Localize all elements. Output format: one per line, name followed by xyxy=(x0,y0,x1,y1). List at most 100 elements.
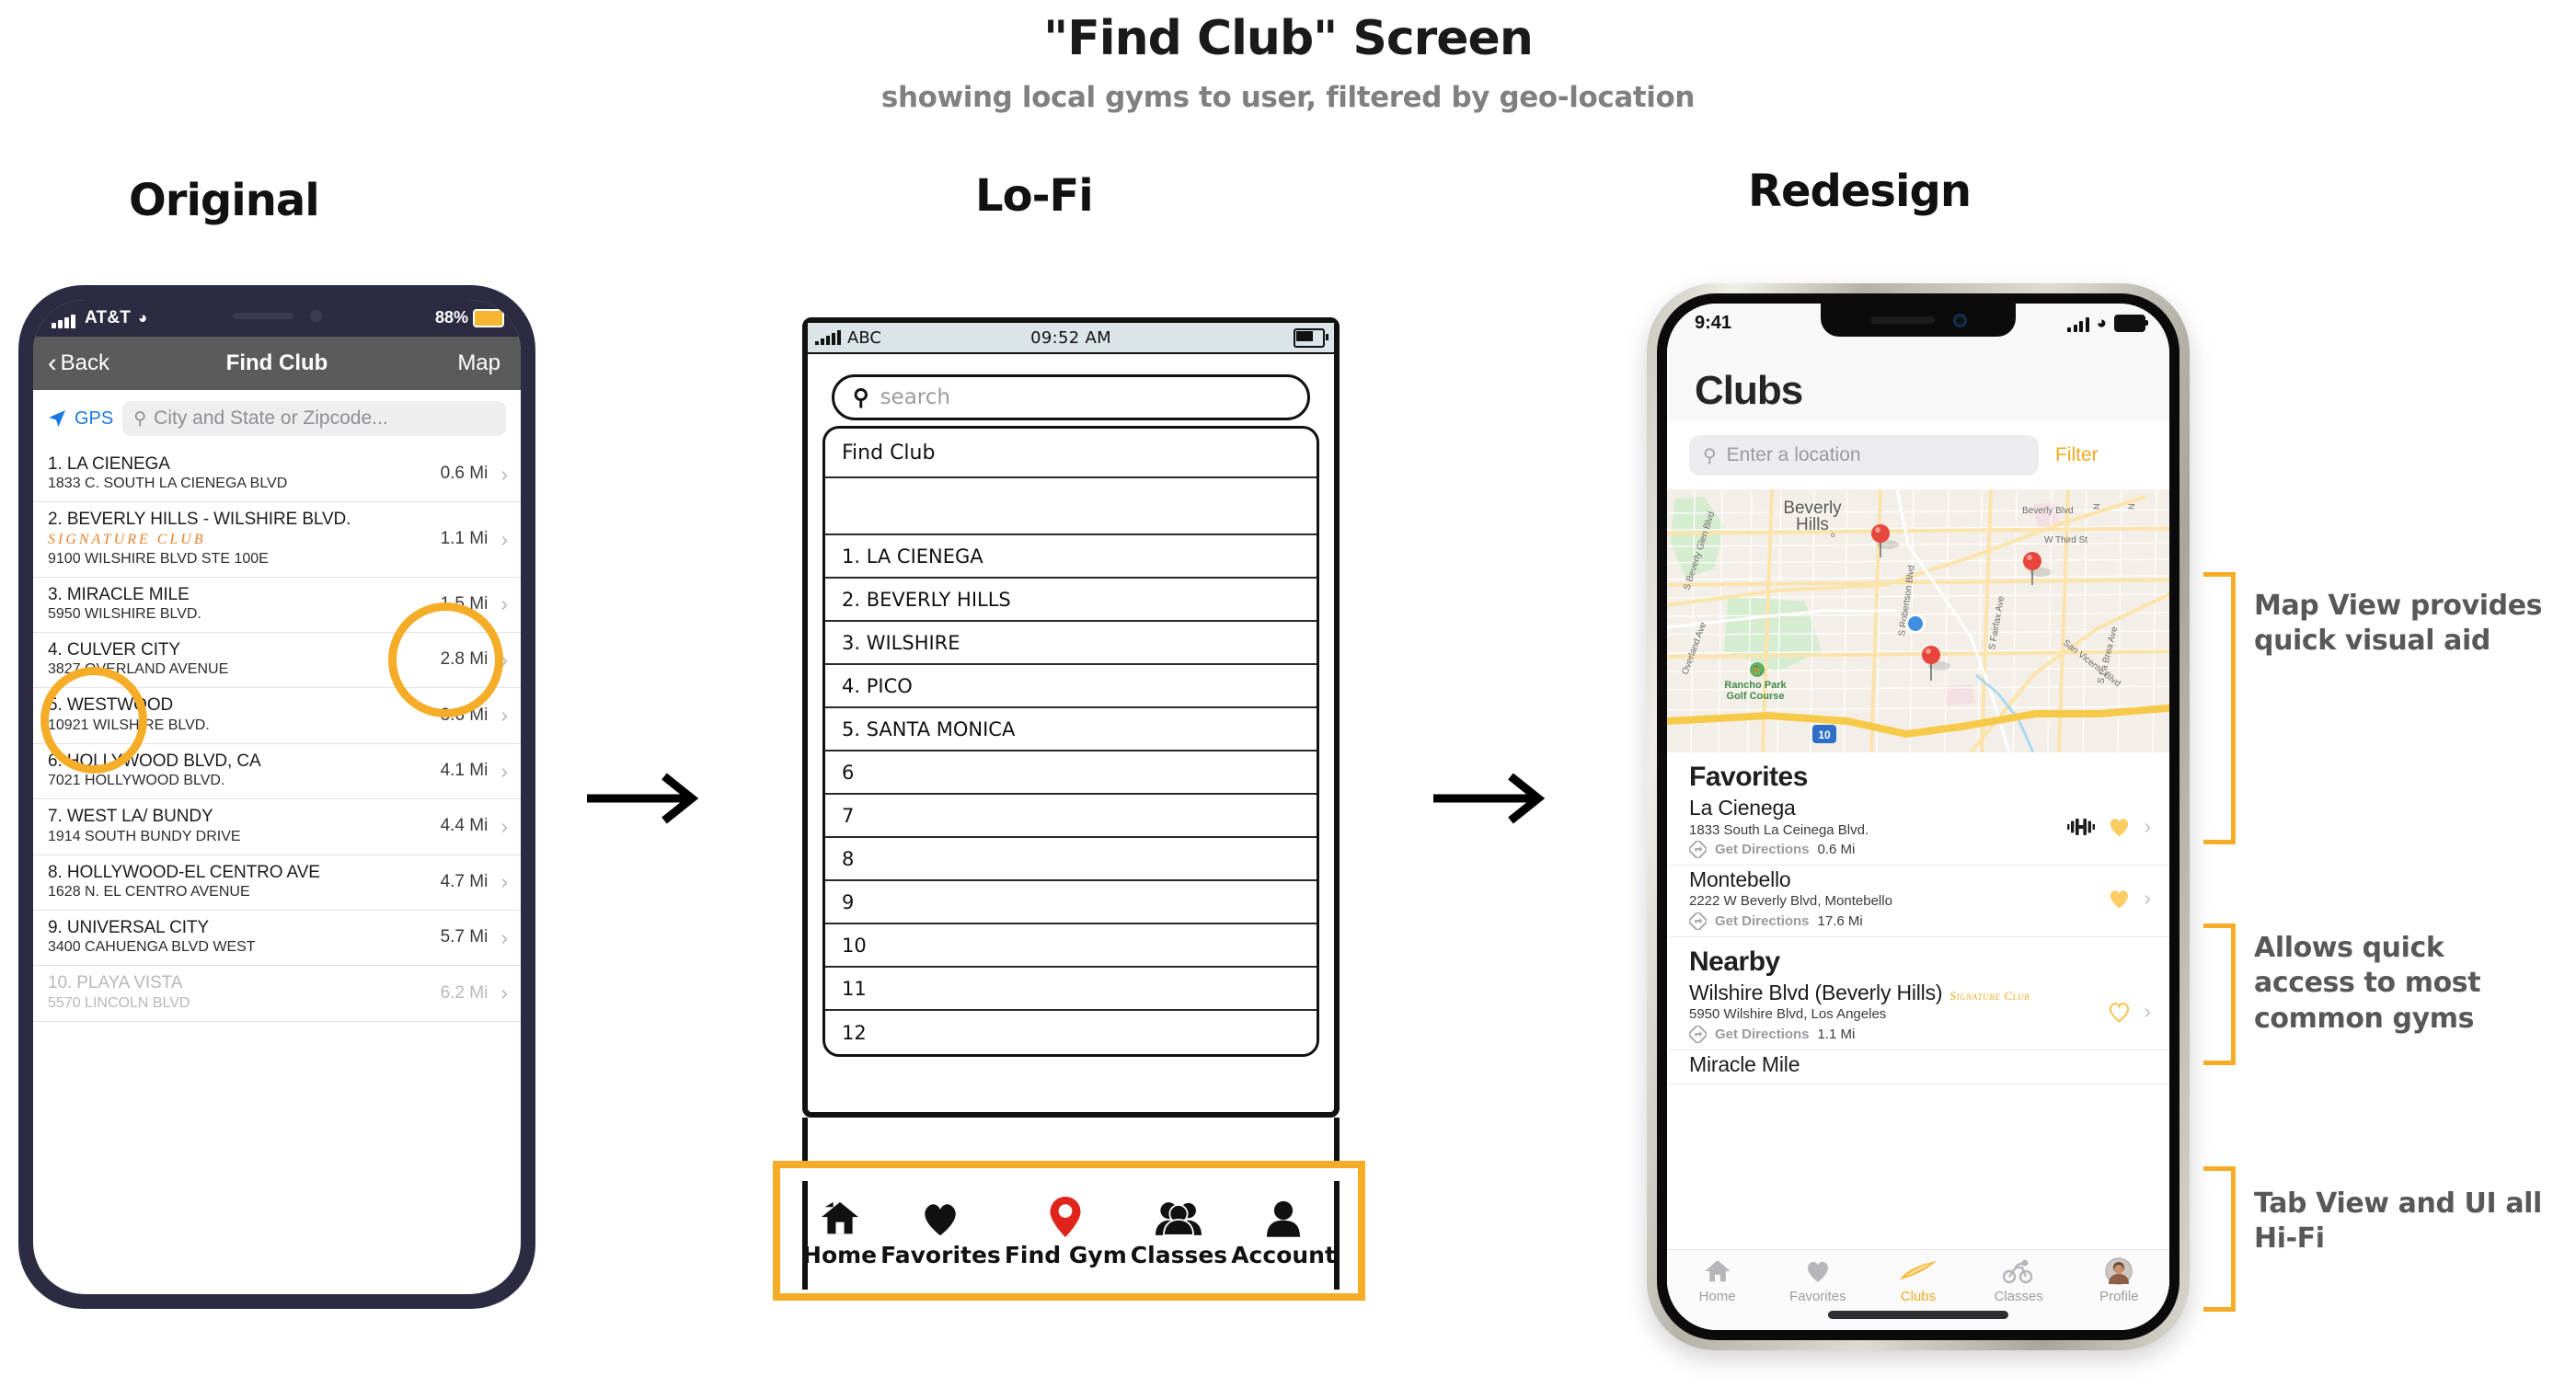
tab-classes[interactable]: Classes xyxy=(1972,1256,2064,1304)
club-address: 5950 WILSHIRE BLVD. xyxy=(48,606,201,623)
freeway-shield-icon: 10 xyxy=(1812,725,1836,743)
clock-label: 9:41 xyxy=(1695,312,1732,333)
filter-button[interactable]: Filter xyxy=(2055,444,2099,466)
club-list-item[interactable]: 8. HOLLYWOOD-EL CENTRO AVE 1628 N. EL CEN… xyxy=(33,855,521,912)
redesign-search-row: ⚲ Enter a location Filter xyxy=(1667,421,2169,489)
club-distance: 0.6 Mi xyxy=(1817,841,1856,857)
club-list-item[interactable]: 5. WESTWOOD 10921 WILSHIRE BLVD. 3.6 Mi › xyxy=(33,688,521,744)
svg-text:o: o xyxy=(1831,531,1835,539)
redesign-list-content[interactable]: Favorites La Cienega 1833 South La Ceinega… xyxy=(1667,752,2169,1330)
chevron-right-icon: › xyxy=(500,647,508,671)
lofi-tab-home[interactable]: Home xyxy=(802,1193,877,1268)
item-actions[interactable]: › xyxy=(2107,888,2151,910)
lofi-tab-find-gym[interactable]: Find Gym xyxy=(1005,1193,1127,1268)
club-name: 1. LA CIENEGA xyxy=(48,454,170,474)
tab-label: Favorites xyxy=(1788,1289,1846,1304)
lofi-list-item[interactable]: 5. SANTA MONICA xyxy=(825,708,1317,751)
lofi-search-placeholder: search xyxy=(880,385,950,409)
battery-indicator: 88% xyxy=(435,308,504,327)
club-list-item[interactable]: 10. PLAYA VISTA 5570 LINCOLN BLVD 6.2 Mi › xyxy=(33,966,521,1022)
lofi-list-item[interactable]: 7 xyxy=(825,795,1317,838)
directions-row[interactable]: Get Directions 0.6 Mi xyxy=(1689,840,2067,858)
club-list-item[interactable]: Montebello 2222 W Beverly Blvd, Montebell… xyxy=(1667,866,2169,937)
club-list-item[interactable]: 3. MIRACLE MILE 5950 WILSHIRE BLVD. 1.5 Mi… xyxy=(33,578,521,634)
lofi-list-item[interactable]: 2. BEVERLY HILLS xyxy=(825,579,1317,622)
battery-icon xyxy=(2114,314,2148,332)
lofi-list-item[interactable]: 9 xyxy=(825,881,1317,924)
lofi-tab-favorites[interactable]: Favorites xyxy=(880,1193,1001,1268)
club-list-item[interactable]: 4. CULVER CITY 3827 OVERLAND AVENUE 2.8 Mi… xyxy=(33,633,521,689)
item-actions[interactable]: › xyxy=(2067,816,2151,838)
phone-bezel: 9:41 ◕ Clubs ⚲ Enter a location Filter 1… xyxy=(1657,293,2179,1340)
lofi-list-item[interactable]: 8 xyxy=(825,838,1317,881)
search-input[interactable]: ⚲ City and State or Zipcode... xyxy=(122,401,506,436)
notch xyxy=(190,300,364,331)
lofi-list-item[interactable]: 10 xyxy=(825,924,1317,968)
svg-text:Hills: Hills xyxy=(1796,515,1829,534)
home-icon xyxy=(1704,1256,1731,1287)
club-list-item[interactable]: La Cienega 1833 South La Ceinega Blvd. Get… xyxy=(1667,794,2169,866)
directions-row[interactable]: Get Directions 17.6 Mi xyxy=(1689,912,2107,930)
tab-label: Home xyxy=(1698,1289,1736,1304)
nav-title: Find Club xyxy=(225,350,328,375)
lofi-tab-classes[interactable]: Classes xyxy=(1131,1193,1227,1268)
lofi-list-item[interactable]: 4. PICO xyxy=(825,665,1317,708)
lofi-tabbar[interactable]: Home Favorites Find Gym Classes Account xyxy=(780,1168,1358,1293)
club-info: 8. HOLLYWOOD-EL CENTRO AVE 1628 N. EL CEN… xyxy=(48,863,441,901)
club-distance: 4.1 Mi xyxy=(440,761,489,781)
map-button[interactable]: Map xyxy=(457,350,500,376)
lofi-list-card[interactable]: Find Club 1. LA CIENEGA 2. BEVERLY HILLS 3.… xyxy=(822,426,1319,1057)
search-icon: ⚲ xyxy=(853,384,869,410)
lofi-list-item[interactable]: 1. LA CIENEGA xyxy=(825,535,1317,579)
club-info: La Cienega 1833 South La Ceinega Blvd. Get… xyxy=(1689,796,2067,858)
location-search-input[interactable]: ⚲ Enter a location xyxy=(1689,435,2039,476)
lofi-list-item[interactable]: 11 xyxy=(825,968,1317,1011)
club-list-item[interactable]: Miracle Mile xyxy=(1667,1050,2169,1085)
lofi-card-header: Find Club xyxy=(825,429,1317,478)
gps-label: GPS xyxy=(75,407,114,429)
person-icon xyxy=(1267,1193,1301,1237)
lofi-list-item[interactable]: 3. WILSHIRE xyxy=(825,622,1317,665)
lofi-tab-account[interactable]: Account xyxy=(1231,1193,1336,1268)
club-info: 9. UNIVERSAL CITY 3400 CAHUENGA BLVD WEST xyxy=(48,918,441,957)
get-directions-label: Get Directions xyxy=(1715,912,1810,929)
section-header: Favorites xyxy=(1689,762,1808,792)
tab-home[interactable]: Home xyxy=(1672,1256,1764,1304)
home-indicator xyxy=(1828,1311,2008,1319)
club-distance: 5.7 Mi xyxy=(440,927,489,947)
club-info: 1. LA CIENEGA 1833 C. SOUTH LA CIENEGA BL… xyxy=(48,454,441,493)
chevron-right-icon: › xyxy=(500,703,508,728)
tab-profile[interactable]: Profile xyxy=(2073,1256,2165,1304)
directions-icon xyxy=(1689,912,1707,930)
tab-clubs[interactable]: Clubs xyxy=(1872,1256,1964,1304)
location-arrow-icon xyxy=(49,410,65,427)
flow-arrow-icon xyxy=(587,773,699,824)
club-address: 2222 W Beverly Blvd, Montebello xyxy=(1689,893,1892,910)
club-list-item[interactable]: 2. BEVERLY HILLS - WILSHIRE BLVD. SIGNATU… xyxy=(33,502,521,578)
club-list-item[interactable]: 6. HOLLYWOOD BLVD, CA 7021 HOLLYWOOD BLVD… xyxy=(33,744,521,800)
club-name: 9. UNIVERSAL CITY xyxy=(48,918,209,938)
club-list[interactable]: 1. LA CIENEGA 1833 C. SOUTH LA CIENEGA BL… xyxy=(33,447,521,1022)
gps-button[interactable]: GPS xyxy=(46,407,113,430)
search-placeholder: Enter a location xyxy=(1726,444,1861,465)
lofi-list-item[interactable]: 6 xyxy=(825,751,1317,795)
front-camera xyxy=(1952,313,1967,327)
earpiece-speaker xyxy=(232,312,293,319)
club-list-item[interactable]: 7. WEST LA/ BUNDY 1914 SOUTH BUNDY DRIVE 4… xyxy=(33,799,521,855)
page-title: Clubs xyxy=(1695,368,1803,413)
lofi-search-input[interactable]: ⚲ search xyxy=(832,374,1310,420)
callout-bracket xyxy=(2203,572,2236,844)
club-address: 7021 HOLLYWOOD BLVD. xyxy=(48,773,225,789)
item-actions[interactable]: › xyxy=(2107,1001,2151,1023)
club-list-item[interactable]: 1. LA CIENEGA 1833 C. SOUTH LA CIENEGA BL… xyxy=(33,447,521,503)
club-list-item[interactable]: 9. UNIVERSAL CITY 3400 CAHUENGA BLVD WEST… xyxy=(33,911,521,967)
club-address: 1628 N. EL CENTRO AVENUE xyxy=(48,884,250,900)
directions-row[interactable]: Get Directions 1.1 Mi xyxy=(1689,1025,2107,1043)
tab-favorites[interactable]: Favorites xyxy=(1772,1256,1864,1304)
lofi-list-item[interactable]: 12 xyxy=(825,1011,1317,1054)
club-list-item[interactable]: Wilshire Blvd (Beverly Hills) Signature C… xyxy=(1667,979,2169,1050)
lofi-tab-label: Classes xyxy=(1130,1242,1228,1268)
get-directions-label: Get Directions xyxy=(1715,1026,1810,1042)
search-icon: ⚲ xyxy=(1703,445,1717,466)
map-view[interactable]: 10 Beverly Hills o Beverly Blvd W Third … xyxy=(1667,489,2169,752)
